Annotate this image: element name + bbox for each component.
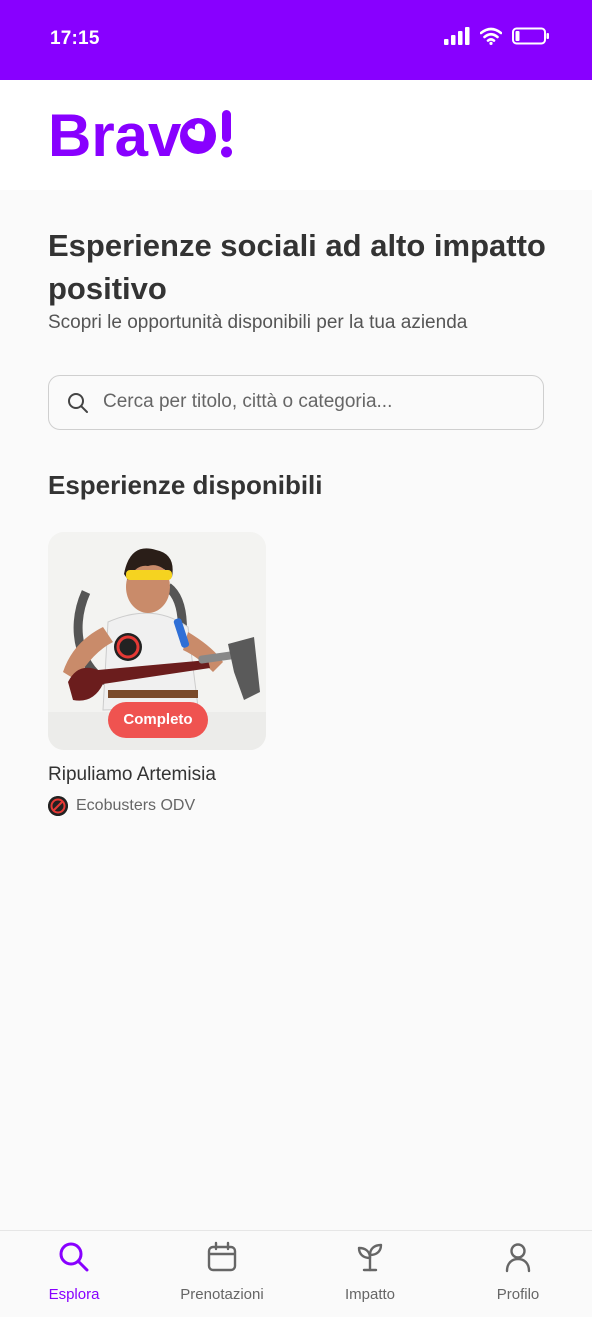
sprout-icon xyxy=(357,1243,383,1272)
wifi-icon xyxy=(480,27,502,45)
battery-icon xyxy=(512,27,549,45)
tab-prenotazioni[interactable]: Prenotazioni xyxy=(148,1231,296,1317)
search-icon xyxy=(59,1242,89,1272)
signal-icon xyxy=(444,27,470,45)
organization-logo-icon xyxy=(48,796,68,816)
section-title: Esperienze disponibili xyxy=(48,470,323,500)
experience-title: Ripuliamo Artemisia xyxy=(48,764,216,785)
calendar-icon xyxy=(207,1241,237,1272)
status-icons xyxy=(444,27,550,45)
tab-label: Profilo xyxy=(496,1286,540,1303)
search-input[interactable] xyxy=(103,376,533,428)
user-icon xyxy=(505,1243,531,1273)
experience-organization: Ecobusters ODV xyxy=(48,796,266,816)
search-bar[interactable] xyxy=(48,375,544,430)
search-icon xyxy=(68,393,88,413)
status-bar: 17:15 xyxy=(0,0,592,80)
tab-impatto[interactable]: Impatto xyxy=(296,1231,444,1317)
page-title: Esperienze sociali ad alto impatto posit… xyxy=(48,228,546,306)
bravo-logo[interactable]: Brav xyxy=(48,102,238,169)
bottom-tab-bar: Esplora Prenotazioni Impatto Profilo xyxy=(0,1230,592,1316)
status-time: 17:15 xyxy=(50,28,100,49)
tab-label: Prenotazioni xyxy=(180,1286,264,1303)
tab-esplora[interactable]: Esplora xyxy=(0,1231,148,1317)
svg-text:Brav: Brav xyxy=(48,104,182,164)
experience-image: Completo xyxy=(48,532,266,750)
page-subtitle: Scopri le opportunità disponibili per la… xyxy=(48,312,468,333)
tab-label: Impatto xyxy=(344,1286,396,1303)
organization-name: Ecobusters ODV xyxy=(76,797,196,814)
experience-card[interactable]: Completo Ripuliamo Artemisia Ecobusters … xyxy=(48,532,266,816)
tab-label: Esplora xyxy=(48,1286,100,1303)
status-badge: Completo xyxy=(108,702,208,738)
tab-profilo[interactable]: Profilo xyxy=(444,1231,592,1317)
